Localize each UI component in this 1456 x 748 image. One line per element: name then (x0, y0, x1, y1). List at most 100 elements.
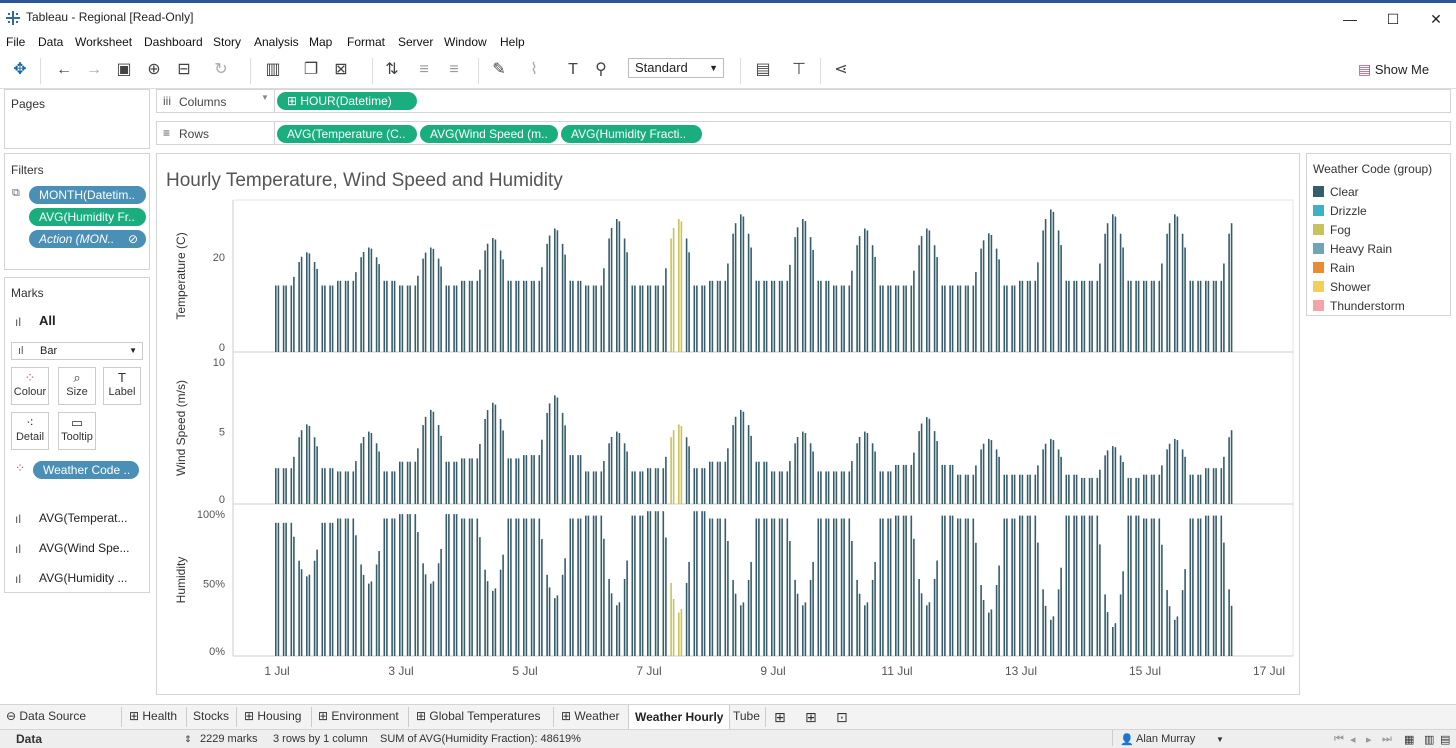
menu-dashboard[interactable]: Dashboard (144, 35, 203, 49)
rows-shelf[interactable]: ≡ Rows AVG(Temperature (C.. AVG(Wind Spe… (156, 121, 1451, 145)
bar (701, 511, 703, 656)
filter-pill-action[interactable]: Action (MON.. ⊘ (29, 230, 146, 248)
pause-updates-icon[interactable]: ⊟ (173, 59, 195, 81)
tab-global-temperatures[interactable]: ⊞ Global Temperatures (416, 709, 541, 723)
tab-housing[interactable]: ⊞ Housing (244, 709, 301, 723)
labels-icon[interactable]: T (562, 59, 584, 81)
share-icon[interactable]: ⋖ (830, 59, 852, 81)
mark-type-select[interactable]: ıl Bar ▼ (11, 342, 143, 360)
last-sheet-icon[interactable]: ⏭ (1382, 733, 1392, 746)
marks-row-temperature[interactable]: AVG(Temperat... (39, 511, 127, 525)
bar (926, 417, 928, 504)
colour-button[interactable]: ⁘ Colour (11, 367, 49, 405)
chevron-down-icon[interactable]: ▼ (1216, 735, 1224, 744)
size-button[interactable]: ⌕ Size (58, 367, 96, 405)
fit-select[interactable]: Standard ▼ (628, 58, 724, 78)
bar (902, 285, 905, 352)
refresh-icon[interactable]: ↻ (210, 59, 232, 81)
show-me-button[interactable]: ▤ Show Me (1358, 61, 1429, 78)
prev-sheet-icon[interactable]: ◂ (1350, 733, 1356, 746)
menu-map[interactable]: Map (309, 35, 332, 49)
minimize-button[interactable]: — (1330, 7, 1370, 31)
detail-button[interactable]: ⁖ Detail (11, 412, 49, 450)
next-sheet-icon[interactable]: ▸ (1366, 733, 1372, 746)
tab-environment[interactable]: ⊞ Environment (318, 709, 399, 723)
menu-worksheet[interactable]: Worksheet (75, 35, 132, 49)
legend-item-shower[interactable]: Shower (1313, 280, 1371, 294)
tab-tube[interactable]: Tube (733, 709, 760, 723)
bar (858, 236, 861, 352)
new-dashboard-tab-icon[interactable]: ⊞ (805, 709, 817, 726)
new-worksheet-icon[interactable]: ▥ (262, 59, 284, 81)
legend-item-thunderstorm[interactable]: Thunderstorm (1313, 299, 1405, 313)
tab-stocks[interactable]: Stocks (193, 709, 229, 723)
maximize-button[interactable]: ☐ (1373, 7, 1413, 31)
tab-separator (408, 707, 409, 727)
bar (507, 280, 510, 352)
presentation-icon[interactable]: ⊤ (788, 59, 810, 81)
pin-icon[interactable]: ⚲ (590, 59, 612, 81)
menu-server[interactable]: Server (398, 35, 433, 49)
filter-pill-month[interactable]: MONTH(Datetim.. (29, 186, 146, 204)
bar (773, 471, 776, 504)
new-worksheet-tab-icon[interactable]: ⊞ (774, 709, 786, 726)
legend-item-fog[interactable]: Fog (1313, 223, 1351, 237)
bar (1060, 567, 1062, 656)
colour-pill-weather-code[interactable]: Weather Code .. (33, 461, 139, 479)
grid-view-icon[interactable]: ▦ (1404, 733, 1414, 746)
menu-help[interactable]: Help (500, 35, 525, 49)
tab-weather-hourly[interactable]: Weather Hourly (628, 705, 731, 729)
tooltip-button[interactable]: ▭ Tooltip (58, 412, 96, 450)
cards-icon[interactable]: ▤ (752, 59, 774, 81)
legend-item-rain[interactable]: Rain (1313, 261, 1355, 275)
tabs-view-icon[interactable]: ▤ (1440, 733, 1450, 746)
redo-icon[interactable]: → (83, 59, 105, 81)
bar (763, 280, 765, 353)
sort-desc-icon[interactable]: ≡ (443, 59, 465, 81)
columns-pill-hour[interactable]: ⊞ HOUR(Datetime) (277, 92, 417, 110)
marks-row-wind-speed[interactable]: AVG(Wind Spe... (39, 541, 129, 555)
label-button[interactable]: T Label (103, 367, 141, 405)
legend-item-heavy-rain[interactable]: Heavy Rain (1313, 242, 1392, 256)
tab-weather[interactable]: ⊞ Weather (561, 709, 620, 723)
first-sheet-icon[interactable]: ⏮ (1334, 733, 1344, 746)
close-button[interactable]: ✕ (1416, 7, 1456, 31)
duplicate-sheet-icon[interactable]: ❐ (300, 59, 322, 81)
save-icon[interactable]: ▣ (113, 59, 135, 81)
filmstrip-view-icon[interactable]: ▥ (1424, 733, 1434, 746)
menu-story[interactable]: Story (213, 35, 241, 49)
undo-icon[interactable]: ← (53, 59, 75, 81)
marks-row-humidity[interactable]: AVG(Humidity ... (39, 571, 127, 585)
tab-health[interactable]: ⊞ Health (129, 709, 177, 723)
new-datasource-icon[interactable]: ⊕ (143, 59, 165, 81)
tab-data-source[interactable]: ⊖ Data Source (6, 709, 86, 723)
menu-analysis[interactable]: Analysis (254, 35, 299, 49)
chart-svg[interactable]: Hourly Temperature, Wind Speed and Humid… (157, 154, 1299, 694)
swap-icon[interactable]: ⇅ (381, 59, 403, 81)
filter-pill-humidity[interactable]: AVG(Humidity Fr.. (29, 208, 146, 226)
legend-item-clear[interactable]: Clear (1313, 185, 1359, 199)
bar (386, 518, 388, 656)
new-story-tab-icon[interactable]: ⊡ (836, 709, 848, 726)
menu-format[interactable]: Format (347, 35, 385, 49)
user-name[interactable]: Alan Murray (1136, 733, 1195, 745)
bar (1137, 515, 1140, 656)
menu-file[interactable]: File (6, 35, 25, 49)
data-pane-label[interactable]: Data (16, 732, 42, 746)
menu-data[interactable]: Data (38, 35, 63, 49)
sort-asc-icon[interactable]: ≡ (413, 59, 435, 81)
clear-sheet-icon[interactable]: ⊠ (330, 59, 352, 81)
menu-window[interactable]: Window (444, 35, 487, 49)
tableau-logo-icon[interactable]: ✥ (9, 59, 31, 81)
rows-pill-humidity[interactable]: AVG(Humidity Fracti.. (561, 125, 702, 143)
bar (494, 404, 497, 504)
highlight-icon[interactable]: ✎ (488, 59, 510, 81)
rows-pill-wind-speed[interactable]: AVG(Wind Speed (m.. (420, 125, 558, 143)
columns-shelf[interactable]: iii Columns ▼ ⊞ HOUR(Datetime) (156, 89, 1451, 113)
group-icon[interactable]: ⌇ (523, 59, 545, 81)
marks-all-label[interactable]: All (39, 313, 56, 328)
bar (409, 461, 411, 504)
legend-item-drizzle[interactable]: Drizzle (1313, 204, 1367, 218)
bar (639, 285, 641, 352)
rows-pill-temperature[interactable]: AVG(Temperature (C.. (277, 125, 417, 143)
